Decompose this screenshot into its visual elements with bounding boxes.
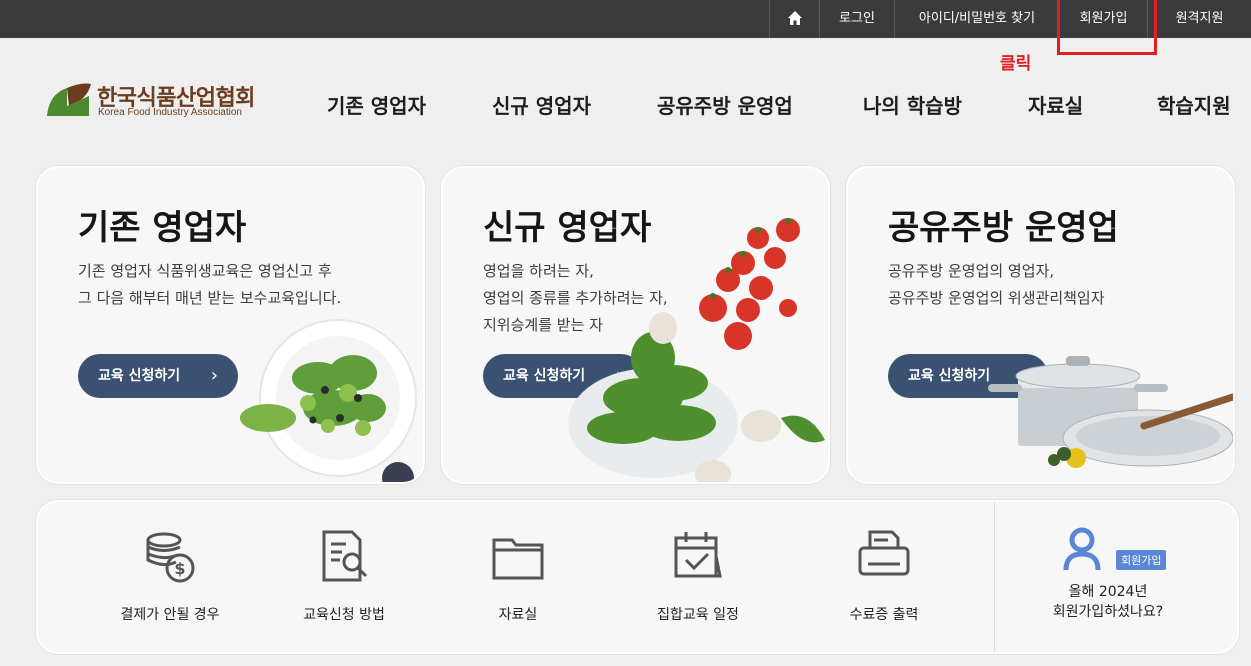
card-description: 기존 영업자 식품위생교육은 영업신고 후 그 다음 해부터 매년 받는 보수교… [78, 262, 342, 307]
click-annotation-label: 클릭 [1000, 54, 1032, 74]
quick-link-label: 수료증 출력 [849, 607, 919, 623]
card-existing-business[interactable]: 기존 영업자 기존 영업자 식품위생교육은 영업신고 후 그 다음 해부터 매년… [36, 166, 425, 484]
nav-existing-business[interactable]: 기존 영업자 [327, 90, 426, 119]
quick-link-resources[interactable]: 자료실 [438, 526, 598, 624]
tomato-spinach-image [568, 218, 825, 482]
card-shared-kitchen[interactable]: 공유주방 운영업 공유주방 운영업의 영업자, 공유주방 운영업의 위생관리책임… [846, 166, 1235, 484]
home-link[interactable] [769, 0, 819, 38]
quick-link-group-schedule[interactable]: 집합교육 일정 [618, 526, 778, 624]
nav-new-business[interactable]: 신규 영업자 [492, 90, 591, 119]
quick-link-label: 집합교육 일정 [657, 607, 739, 623]
nav-resources[interactable]: 자료실 [1028, 90, 1083, 119]
card-description: 공유주방 운영업의 영업자, 공유주방 운영업의 위생관리책임자 [888, 262, 1105, 307]
button-label: 교육 신청하기 [98, 368, 181, 384]
quick-link-label: 결제가 안될 경우 [120, 607, 220, 623]
chevron-right-icon: › [210, 365, 218, 386]
card-title: 기존 영업자 [78, 208, 247, 248]
coins-dollar-icon: $ [146, 532, 195, 583]
click-highlight-box [1057, 0, 1157, 55]
quick-link-label: 교육신청 방법 [303, 607, 385, 623]
quick-link-how-to-apply[interactable]: 교육신청 방법 [264, 526, 424, 624]
panel-divider [994, 502, 995, 652]
member-join-text: 올해 2024년 회원가입하셨나요? [1052, 584, 1164, 620]
site-logo[interactable]: 한국식품산업협회 Korea Food Industry Association [45, 80, 285, 122]
home-icon [787, 11, 802, 25]
calendar-check-icon [674, 532, 722, 578]
quick-link-certificate-print[interactable]: 수료증 출력 [804, 526, 964, 624]
quick-link-payment-issue[interactable]: $ 결제가 안될 경우 [90, 526, 250, 624]
nav-learning-support[interactable]: 학습지원 [1157, 90, 1231, 119]
login-link[interactable]: 로그인 [819, 0, 894, 38]
nav-shared-kitchen[interactable]: 공유주방 운영업 [657, 90, 793, 119]
logo-mark-icon [47, 83, 91, 116]
card-title: 공유주방 운영업 [888, 208, 1119, 248]
quick-links-panel: $ 결제가 안될 경우 교육신청 방법 자료실 집합교육 일정 수료증 출력 회… [36, 500, 1239, 654]
printer-icon [858, 530, 910, 576]
quick-link-label: 자료실 [498, 607, 538, 623]
salad-bowl-image [240, 319, 417, 482]
card-new-business[interactable]: 신규 영업자 영업을 하려는 자, 영업의 종류를 추가하려는 자, 지위승계를… [441, 166, 830, 484]
button-label: 교육 신청하기 [908, 368, 991, 384]
nav-my-learning[interactable]: 나의 학습방 [863, 90, 962, 119]
remote-support-link[interactable]: 원격지원 [1147, 0, 1251, 38]
join-badge: 회원가입 [1116, 550, 1167, 570]
svg-text:$: $ [174, 559, 185, 578]
document-search-icon [322, 530, 368, 582]
logo-english-text: Korea Food Industry Association [98, 107, 242, 118]
folder-icon [492, 538, 544, 580]
cookware-image [988, 356, 1233, 468]
user-icon [1063, 527, 1101, 571]
apply-education-button[interactable]: 교육 신청하기 › [78, 354, 238, 398]
find-id-password-link[interactable]: 아이디/비밀번호 찾기 [894, 0, 1059, 38]
